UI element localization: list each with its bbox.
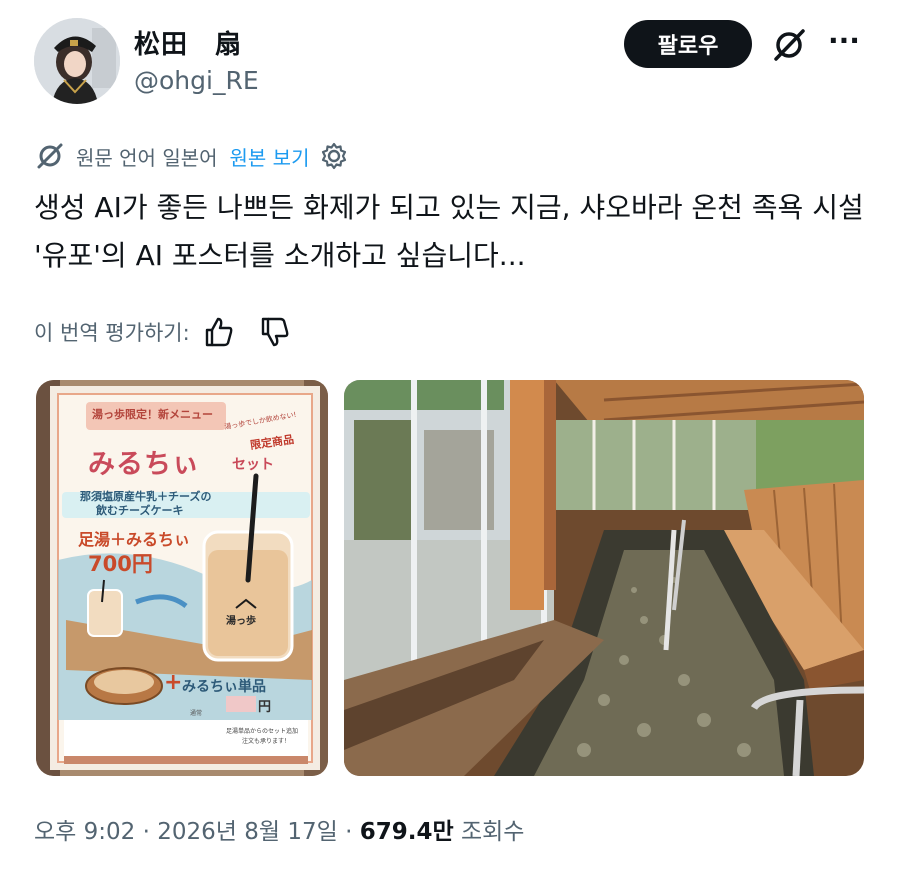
more-options-icon[interactable]: ··· [824, 26, 864, 66]
tweet-time[interactable]: 오후 9:02 [34, 819, 135, 845]
grok-translate-icon [37, 143, 63, 169]
translation-language: 원문 언어 일본어 [76, 145, 218, 170]
thumbs-up-icon[interactable] [202, 315, 236, 349]
poster-subtitle-2: 飲むチーズケーキ [96, 504, 184, 517]
gear-icon[interactable] [319, 141, 349, 171]
tweet-header: 松田 扇 @ohgi_RE 팔로우 ··· [34, 18, 874, 108]
tweet-meta: 오후 9:02 · 2026년 8월 17일 · 679.4만 조회수 [34, 812, 524, 846]
poster-cup-logo: 湯っ歩 [226, 616, 256, 627]
poster-normal-label: 通常 [190, 710, 203, 717]
rating-label: 이 번역 평가하기: [34, 321, 190, 345]
thumbs-down-icon[interactable] [258, 315, 292, 349]
show-original-link[interactable]: 원본 보기 [230, 142, 310, 171]
tweet-media: 湯っ歩限定！新メニュー 湯っ歩でしか飲めない! 限定商品 みるちぃ セット 那須… [36, 380, 864, 776]
poster-price: 700円 [88, 552, 153, 576]
meta-separator: · [142, 819, 150, 845]
poster-combo: 足湯＋みるちぃ [78, 530, 191, 549]
poster-fine-print-2: 注文も承ります！ [242, 738, 291, 745]
poster-banner: 湯っ歩限定！新メニュー [92, 408, 213, 421]
tweet-date[interactable]: 2026년 8월 17일 [157, 819, 338, 845]
poster-single-price: 円 [258, 700, 272, 715]
plus-icon: + [164, 670, 183, 695]
author-handle[interactable]: @ohgi_RE [134, 66, 259, 95]
views-count[interactable]: 679.4만 [360, 819, 454, 845]
grok-icon[interactable] [770, 26, 808, 64]
media-image-footbath[interactable] [344, 380, 864, 776]
poster-title-suffix: セット [232, 457, 274, 473]
follow-button[interactable]: 팔로우 [624, 20, 752, 68]
translation-rating: 이 번역 평가하기: [34, 312, 314, 352]
poster-fine-print-1: 足湯単品からのセット追加 [226, 728, 299, 735]
views-label: 조회수 [460, 819, 525, 845]
avatar[interactable] [34, 18, 120, 104]
author-name[interactable]: 松田 扇 [134, 24, 242, 61]
translation-info: 원문 언어 일본어 원본 보기 [34, 138, 349, 174]
poster-single: みるちぃ単品 [182, 679, 266, 695]
price-sticker [226, 696, 256, 712]
meta-separator: · [345, 819, 353, 845]
media-image-poster[interactable]: 湯っ歩限定！新メニュー 湯っ歩でしか飲めない! 限定商品 みるちぃ セット 那須… [36, 380, 328, 776]
tweet-text: 생성 AI가 좋든 나쁘든 화제가 되고 있는 지금, 샤오바라 온천 족욕 시… [34, 191, 864, 272]
poster-title: みるちぃ [88, 449, 200, 480]
